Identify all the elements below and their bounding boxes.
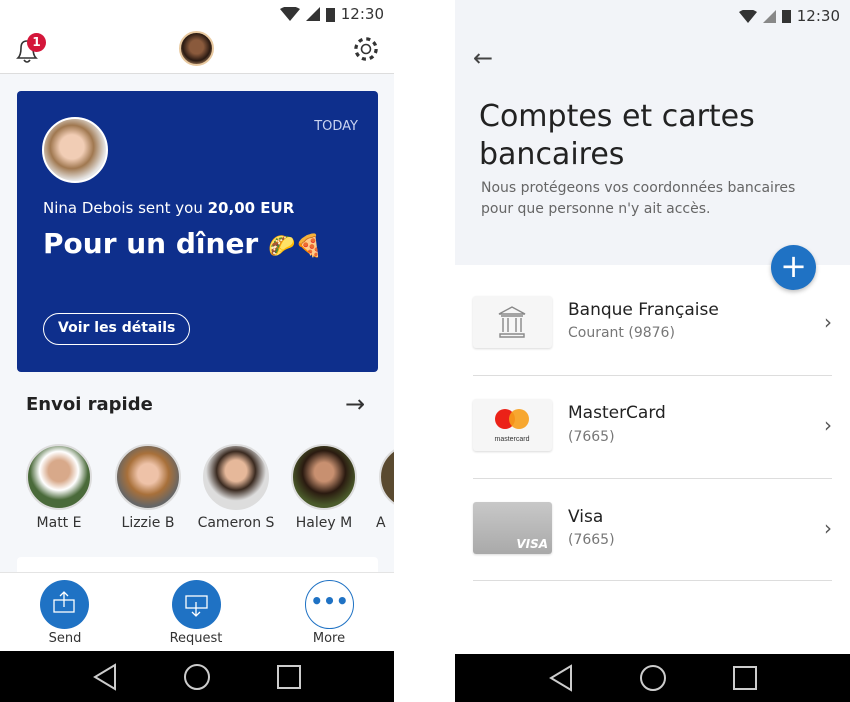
home-nav-icon[interactable]: [639, 664, 667, 692]
chevron-right-icon: ›: [824, 516, 832, 540]
more-button[interactable]: •••: [305, 580, 354, 629]
wifi-icon: [279, 7, 300, 21]
gear-icon[interactable]: [352, 35, 380, 63]
signal-icon: [762, 9, 776, 23]
card-date: TODAY: [314, 119, 358, 134]
top-header: 1: [0, 28, 394, 74]
status-bar: 12:30: [455, 0, 850, 32]
battery-icon: [781, 10, 791, 23]
accounts-screen: 12:30 ← Comptes et cartes bancaires Nous…: [455, 0, 850, 702]
food-emoji-icon: 🌮🍕: [268, 234, 323, 259]
sender-line: Nina Debois sent you 20,00 EUR: [43, 199, 294, 217]
svg-text:mastercard: mastercard: [494, 436, 529, 443]
contact-avatar[interactable]: [26, 444, 92, 510]
android-nav-bar: [455, 654, 850, 702]
sender-avatar: [42, 117, 108, 183]
account-detail: (7665): [568, 532, 615, 548]
send-money-icon: [53, 591, 75, 613]
chevron-right-icon: ›: [824, 310, 832, 334]
message-text: Pour un dîner: [43, 227, 259, 260]
payment-card[interactable]: TODAY Nina Debois sent you 20,00 EUR Pou…: [17, 91, 378, 372]
account-name: MasterCard: [568, 403, 666, 423]
chevron-right-icon: ›: [824, 413, 832, 437]
amount: 20,00 EUR: [207, 199, 295, 217]
contact-name: A: [376, 515, 386, 531]
page-title: Comptes et cartes bancaires: [479, 99, 755, 172]
quick-send-title: Envoi rapide: [26, 394, 153, 415]
contact-name: Matt E: [36, 515, 82, 531]
more-label: More: [312, 631, 346, 646]
contact-name: Cameron S: [197, 515, 275, 531]
bottom-action-bar: Send Request ••• More: [0, 572, 394, 652]
back-nav-icon[interactable]: [548, 664, 574, 692]
card-message: Pour un dîner 🌮🍕: [43, 227, 323, 260]
contact-name: Haley M: [295, 515, 353, 531]
contact-avatar[interactable]: [203, 444, 269, 510]
profile-avatar[interactable]: [179, 31, 214, 66]
home-nav-icon[interactable]: [183, 663, 211, 691]
status-time: 12:30: [340, 5, 384, 23]
signal-icon: [305, 7, 320, 21]
visa-logo-text: VISA: [516, 537, 548, 551]
contact-name: Lizzie B: [121, 515, 175, 531]
back-arrow-icon[interactable]: ←: [473, 44, 493, 72]
contact-avatar[interactable]: [291, 444, 357, 510]
home-screen: 12:30 1 TODAY Nina Debois sent you 20,00…: [0, 0, 394, 702]
status-time: 12:30: [796, 7, 840, 25]
divider: [473, 375, 832, 376]
recents-nav-icon[interactable]: [276, 664, 302, 690]
status-bar: 12:30: [0, 0, 394, 28]
battery-icon: [325, 7, 335, 22]
request-button[interactable]: [172, 580, 221, 629]
contact-avatar[interactable]: [115, 444, 181, 510]
visa-card-icon: VISA: [473, 502, 552, 554]
more-dots-icon: •••: [310, 589, 349, 613]
recents-nav-icon[interactable]: [732, 665, 758, 691]
add-account-button[interactable]: +: [771, 245, 816, 290]
notification-badge: 1: [27, 33, 46, 52]
request-label: Request: [169, 631, 223, 646]
account-name: Visa: [568, 507, 604, 527]
back-nav-icon[interactable]: [92, 662, 118, 691]
send-label: Send: [48, 631, 82, 646]
bank-icon: [473, 296, 552, 348]
plus-icon: +: [780, 247, 807, 285]
divider: [473, 580, 832, 581]
mastercard-logo-icon: mastercard: [473, 399, 552, 451]
send-button[interactable]: [40, 580, 89, 629]
account-name: Banque Française: [568, 300, 719, 320]
contact-avatar[interactable]: [379, 444, 394, 510]
view-details-button[interactable]: Voir les détails: [43, 313, 191, 345]
android-nav-bar: [0, 651, 394, 702]
arrow-right-icon[interactable]: →: [345, 390, 365, 418]
wifi-icon: [738, 9, 757, 23]
account-detail: (7665): [568, 429, 615, 445]
sender-text: Nina Debois sent you: [43, 199, 203, 217]
account-detail: Courant (9876): [568, 325, 675, 341]
page-subtitle: Nous protégeons vos coordonnées bancaire…: [481, 180, 796, 217]
divider: [473, 478, 832, 479]
request-money-icon: [185, 595, 208, 617]
